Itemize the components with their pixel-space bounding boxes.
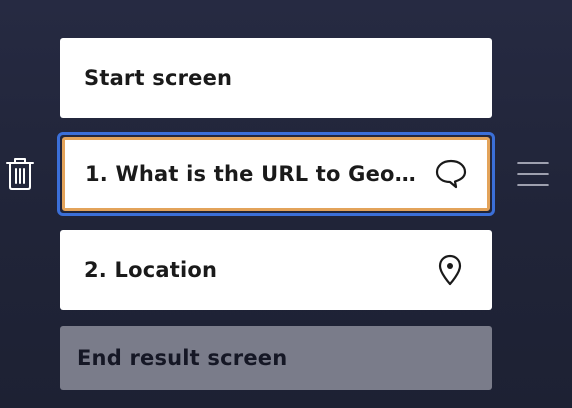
end-result-screen-label: End result screen — [77, 346, 288, 370]
question-1-label: 1. What is the URL to GeoG... — [85, 162, 433, 186]
location-pin-icon — [432, 252, 468, 288]
question-1-card[interactable]: 1. What is the URL to GeoG... — [62, 137, 490, 211]
start-screen-label: Start screen — [84, 66, 233, 90]
speech-bubble-icon — [433, 156, 469, 192]
drag-handle-icon[interactable] — [515, 158, 551, 190]
end-result-screen-card[interactable]: End result screen — [60, 326, 492, 390]
question-2-card[interactable]: 2. Location — [60, 230, 492, 310]
question-2-label: 2. Location — [84, 258, 218, 282]
start-screen-card[interactable]: Start screen — [60, 38, 492, 118]
trash-icon[interactable] — [4, 156, 36, 192]
selected-question-outline: 1. What is the URL to GeoG... — [57, 132, 495, 216]
